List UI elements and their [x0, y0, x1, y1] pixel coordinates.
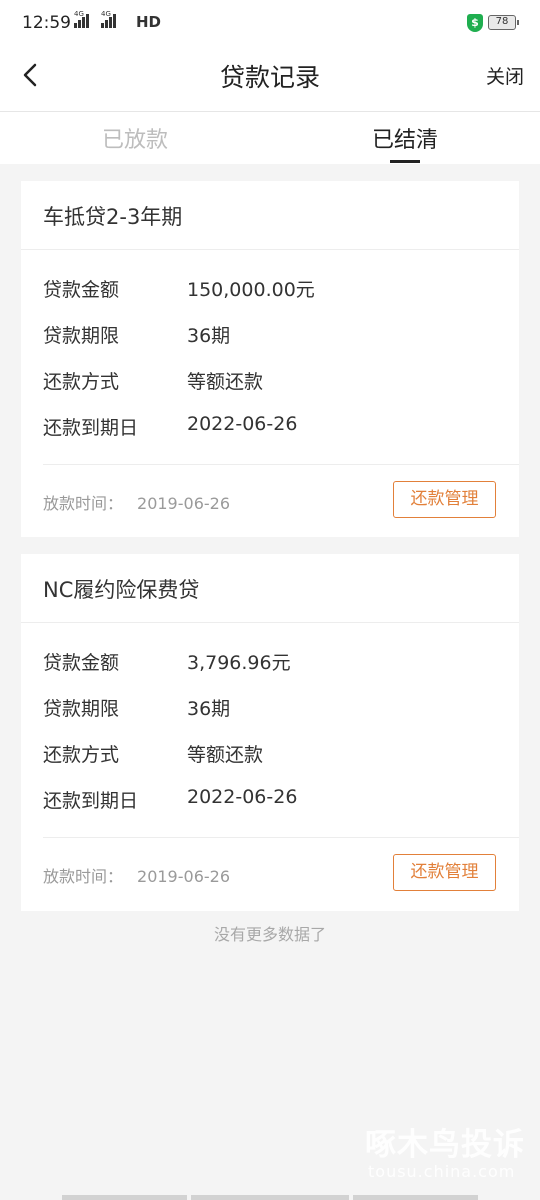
battery-icon: 78: [488, 15, 519, 30]
tab-bar: 已放款 已结清: [0, 112, 540, 164]
field-label: 还款方式: [43, 371, 120, 393]
loan-time-label: 放款时间：: [43, 494, 124, 513]
loan-time-value: 2019-06-26: [137, 494, 230, 513]
divider: [43, 464, 519, 465]
tab-settled[interactable]: 已结清: [372, 122, 438, 154]
shield-icon: $: [467, 14, 483, 32]
field-label: 贷款金额: [43, 279, 120, 301]
nav-handle: [62, 1195, 187, 1200]
field-label: 还款到期日: [43, 790, 139, 812]
loan-time-value: 2019-06-26: [137, 867, 230, 886]
field-value: 36期: [187, 698, 231, 720]
page-title: 贷款记录: [219, 63, 320, 92]
loan-card: NC履约险保费贷 贷款金额 3,796.96元 贷款期限 36期 还款方式 等额…: [21, 554, 519, 911]
field-label: 还款到期日: [43, 417, 139, 439]
divider: [43, 837, 519, 838]
field-value: 等额还款: [187, 744, 264, 766]
field-label: 贷款期限: [43, 698, 120, 720]
loan-name: NC履约险保费贷: [43, 578, 200, 602]
watermark-url: tousu.china.com: [368, 1162, 516, 1181]
field-label: 贷款金额: [43, 652, 120, 674]
loan-time: 放款时间： 2019-06-26: [43, 490, 230, 514]
tab-active-indicator: [390, 160, 420, 163]
divider: [21, 622, 519, 623]
nav-bar: 贷款记录 关闭: [0, 48, 540, 112]
loan-card: 车抵贷2-3年期 贷款金额 150,000.00元 贷款期限 36期 还款方式 …: [21, 181, 519, 537]
signal-icon: 4G 4G: [74, 10, 116, 28]
field-label: 贷款期限: [43, 325, 120, 347]
loan-name: 车抵贷2-3年期: [43, 205, 183, 229]
status-time: 12:59: [22, 13, 71, 33]
field-value: 等额还款: [187, 371, 264, 393]
repayment-manage-button[interactable]: 还款管理: [393, 854, 496, 891]
field-value: 150,000.00元: [187, 279, 315, 301]
tab-disbursed[interactable]: 已放款: [102, 122, 168, 154]
repayment-manage-button[interactable]: 还款管理: [393, 481, 496, 518]
status-bar: 12:59 4G 4G HD $ 78: [0, 0, 540, 48]
nav-handle: [191, 1195, 349, 1200]
loan-time-label: 放款时间：: [43, 867, 124, 886]
loan-time: 放款时间： 2019-06-26: [43, 863, 230, 887]
no-more-data-text: 没有更多数据了: [213, 925, 326, 944]
field-value: 3,796.96元: [187, 652, 291, 674]
field-value: 2022-06-26: [187, 786, 298, 808]
nav-handle: [353, 1195, 478, 1200]
hd-indicator: HD: [136, 13, 162, 31]
field-label: 还款方式: [43, 744, 120, 766]
divider: [21, 249, 519, 250]
field-value: 2022-06-26: [187, 413, 298, 435]
close-button[interactable]: 关闭: [486, 62, 524, 89]
field-value: 36期: [187, 325, 231, 347]
watermark-brand: 啄木鸟投诉: [365, 1127, 525, 1163]
